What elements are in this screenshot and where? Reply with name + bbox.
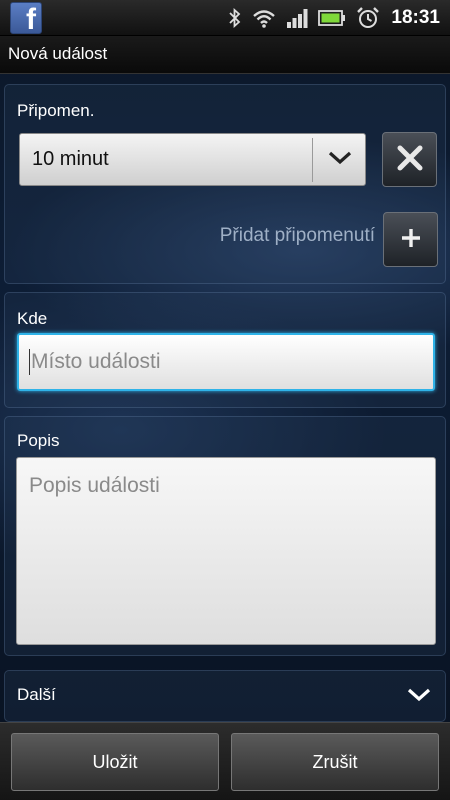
plus-icon <box>400 227 422 253</box>
more-label: Další <box>17 685 56 704</box>
more-section-toggle[interactable]: Další <box>4 670 446 722</box>
dropdown-divider <box>312 138 313 182</box>
reminder-panel: Připomen. 10 minut Přidat připomenutí <box>4 84 446 284</box>
add-reminder-button[interactable] <box>383 212 438 267</box>
bottom-action-bar: Uložit Zrušit <box>0 722 450 800</box>
description-label: Popis <box>17 431 60 450</box>
clock-time: 18:31 <box>391 7 440 28</box>
location-label: Kde <box>17 309 48 328</box>
chevron-down-icon <box>407 687 431 707</box>
alarm-icon <box>356 6 380 30</box>
title-bar: Nová událost <box>0 36 450 74</box>
description-placeholder: Popis události <box>29 474 160 497</box>
reminder-label: Připomen. <box>17 101 95 120</box>
description-textarea[interactable]: Popis události <box>16 457 436 645</box>
battery-icon <box>318 9 346 27</box>
description-panel: Popis Popis události <box>4 416 446 656</box>
signal-icon <box>286 8 308 28</box>
facebook-icon[interactable]: f <box>10 2 42 34</box>
status-bar: f 18:31 <box>0 0 450 36</box>
remove-reminder-button[interactable] <box>382 132 437 187</box>
add-reminder-label: Přidat připomenutí <box>219 225 375 246</box>
bluetooth-icon <box>228 8 242 28</box>
location-input[interactable]: Místo události <box>17 333 435 391</box>
reminder-dropdown[interactable]: 10 minut <box>19 133 366 186</box>
location-panel: Kde Místo události <box>4 292 446 408</box>
cancel-button[interactable]: Zrušit <box>231 733 439 791</box>
reminder-selected-value: 10 minut <box>32 148 109 170</box>
location-placeholder: Místo události <box>31 350 161 373</box>
save-button[interactable]: Uložit <box>11 733 219 791</box>
page-title: Nová událost <box>8 44 108 63</box>
chevron-down-icon <box>328 150 352 170</box>
text-caret <box>29 349 30 375</box>
status-icons: 18:31 <box>223 0 450 36</box>
wifi-icon <box>252 8 276 28</box>
close-icon <box>396 144 424 176</box>
